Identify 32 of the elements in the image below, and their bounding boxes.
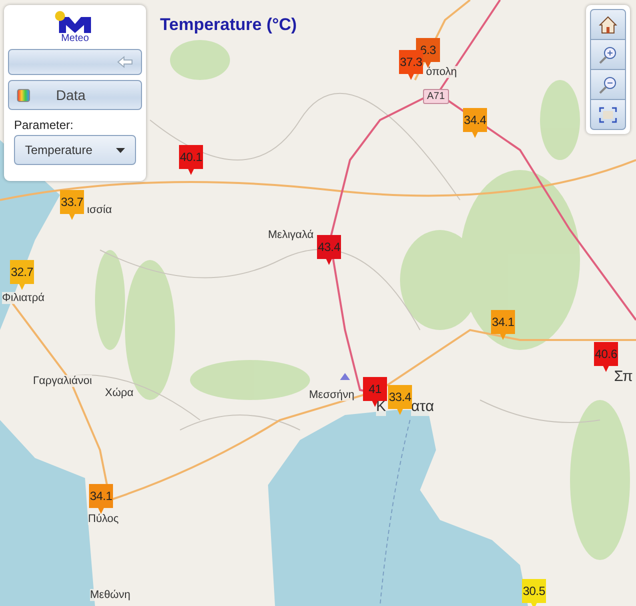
parameter-select[interactable]: Temperature [14, 135, 136, 165]
zoom-out-button[interactable] [590, 69, 626, 100]
parameter-label: Parameter: [14, 118, 74, 132]
data-button[interactable]: Data [8, 80, 142, 110]
palette-icon [17, 88, 30, 102]
caret-icon [116, 148, 125, 152]
place-label: Χώρα [105, 387, 134, 400]
place-label: Μεθώνη [90, 589, 130, 602]
road-shield: A71 [423, 89, 449, 104]
temperature-marker[interactable]: 34.1 [89, 484, 113, 514]
place-label: όπολη [426, 66, 457, 78]
arrow-left-icon [117, 56, 133, 68]
place-label: Φιλιατρά [2, 292, 44, 304]
place-label: Μεσσήνη [309, 389, 354, 402]
temperature-marker[interactable]: 34.4 [463, 108, 487, 138]
home-icon [598, 14, 618, 34]
zoom-out-icon [598, 74, 618, 94]
map-title: Temperature (°C) [160, 15, 297, 35]
zoom-in-icon [598, 44, 618, 64]
full-extent-icon [599, 106, 617, 122]
zoom-in-button[interactable] [590, 39, 626, 70]
place-label: Γαργαλιάνοι [33, 375, 92, 388]
temperature-marker[interactable]: 37.3 [399, 50, 423, 80]
place-label: Πύλος [88, 513, 119, 526]
place-label: Μελιγαλά [268, 229, 314, 242]
temperature-marker[interactable]: 30.5 [522, 579, 546, 606]
home-button[interactable] [590, 9, 626, 40]
logo-text: Meteo [61, 33, 89, 44]
temperature-marker[interactable]: 32.7 [10, 260, 34, 290]
temperature-marker[interactable]: 33.7 [60, 190, 84, 220]
place-label: ισσία [87, 204, 112, 216]
full-extent-button[interactable] [590, 99, 626, 130]
